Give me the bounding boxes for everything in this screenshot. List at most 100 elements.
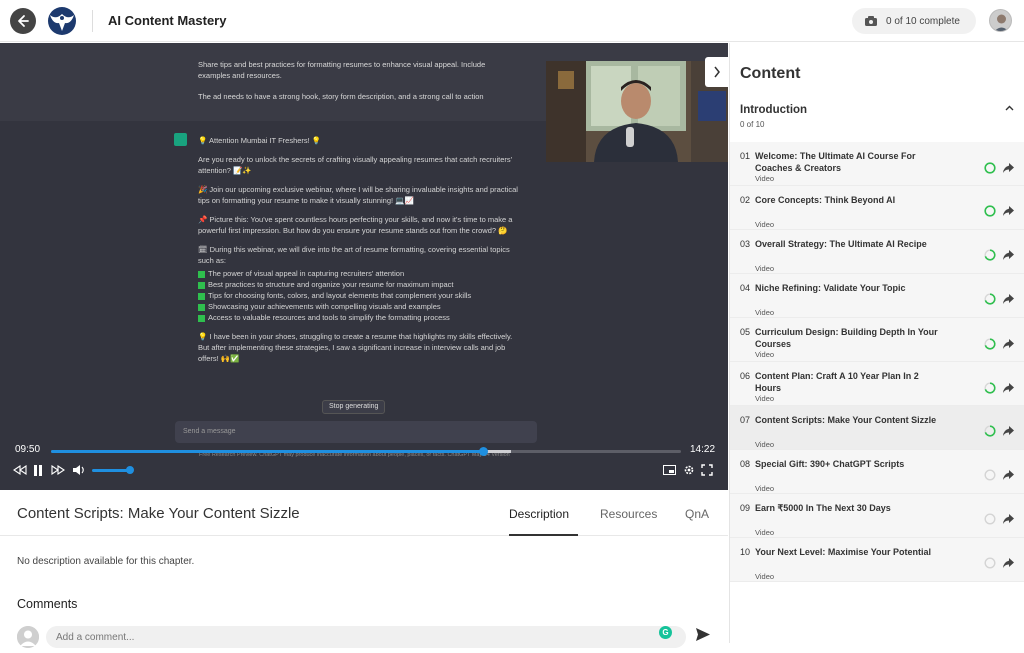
check-icon — [198, 281, 205, 289]
pause-button[interactable] — [32, 463, 44, 477]
lesson-number: 03 — [740, 239, 751, 249]
share-icon[interactable] — [1003, 383, 1014, 393]
eagle-logo-icon[interactable] — [46, 6, 78, 36]
video-player[interactable]: Share tips and best practices for format… — [0, 43, 728, 490]
current-time: 09:50 — [15, 444, 41, 455]
webcam-overlay — [546, 61, 728, 162]
section-title[interactable]: Introduction — [740, 104, 807, 116]
share-icon[interactable] — [1003, 558, 1014, 568]
lesson-item[interactable]: 01 Welcome: The Ultimate AI Course For Co… — [730, 142, 1024, 186]
prompt-line: The ad needs to have a strong hook, stor… — [198, 92, 484, 101]
lesson-item[interactable]: 06 Content Plan: Craft A 10 Year Plan In … — [730, 362, 1024, 406]
header-divider — [92, 10, 93, 32]
chapter-description: No description available for this chapte… — [17, 556, 195, 567]
volume-slider[interactable] — [92, 469, 130, 472]
lesson-type: Video — [755, 308, 775, 317]
stop-generating-button: Stop generating — [322, 400, 386, 414]
fast-forward-icon — [51, 465, 65, 475]
lesson-list: 01 Welcome: The Ultimate AI Course For Co… — [730, 142, 1024, 582]
volume-handle[interactable] — [125, 466, 134, 474]
section-count: 0 of 10 — [740, 120, 765, 129]
fullscreen-button[interactable] — [700, 463, 714, 477]
pip-button[interactable] — [662, 463, 676, 477]
lesson-item[interactable]: 08 Special Gift: 390+ ChatGPT Scripts Vide… — [730, 450, 1024, 494]
lesson-type: Video — [755, 572, 775, 581]
trophy-icon — [865, 16, 877, 26]
share-icon[interactable] — [1003, 294, 1014, 304]
answer-paragraph: Are you ready to unlock the secrets of c… — [198, 155, 513, 175]
share-icon[interactable] — [1003, 514, 1014, 524]
lesson-item[interactable]: 02 Core Concepts: Think Beyond AI Video — [730, 186, 1024, 230]
lesson-title: Curriculum Design: Building Depth In You… — [755, 327, 938, 349]
volume-button[interactable] — [71, 463, 87, 477]
lesson-title: Overall Strategy: The Ultimate AI Recipe — [755, 239, 927, 249]
answer-paragraph: 🗓 During this webinar, we will dive into… — [198, 245, 510, 265]
tab-resources[interactable]: Resources — [600, 507, 657, 521]
seek-bar[interactable] — [51, 447, 681, 456]
answer-paragraph: 💡 Attention Mumbai IT Freshers! 💡 — [198, 136, 322, 145]
lesson-number: 01 — [740, 151, 751, 161]
tab-description[interactable]: Description — [509, 507, 569, 521]
lesson-item[interactable]: 09 Earn ₹5000 In The Next 30 Days Video — [730, 494, 1024, 538]
next-lesson-button[interactable] — [705, 57, 728, 87]
course-title: AI Content Mastery — [108, 13, 227, 28]
fullscreen-icon — [701, 464, 713, 476]
answer-bullet: Showcasing your achievements with compel… — [198, 301, 518, 312]
forward-button[interactable] — [50, 463, 66, 477]
share-icon[interactable] — [1003, 339, 1014, 349]
comment-input[interactable]: Add a comment... — [46, 626, 686, 648]
send-icon[interactable] — [696, 628, 710, 641]
lesson-item[interactable]: 04 Niche Refining: Validate Your Topic Vid… — [730, 274, 1024, 318]
total-time: 14:22 — [690, 444, 716, 455]
chatgpt-logo-icon — [174, 133, 187, 146]
chevron-up-icon — [1005, 105, 1014, 111]
chevron-right-icon — [713, 66, 720, 78]
complete-circle-icon — [984, 205, 996, 217]
progress-badge: 0 of 10 complete — [852, 8, 976, 34]
share-icon[interactable] — [1003, 206, 1014, 216]
lesson-item[interactable]: 10 Your Next Level: Maximise Your Potenti… — [730, 538, 1024, 582]
empty-circle-icon — [984, 557, 996, 569]
lesson-title: Special Gift: 390+ ChatGPT Scripts — [755, 459, 905, 469]
progress-circle-icon — [984, 382, 996, 394]
lesson-title: Niche Refining: Validate Your Topic — [755, 283, 906, 293]
lesson-item[interactable]: 03 Overall Strategy: The Ultimate AI Reci… — [730, 230, 1024, 274]
section-collapse-button[interactable] — [1005, 103, 1014, 113]
answer-paragraph: 🎉 Join our upcoming exclusive webinar, w… — [198, 185, 518, 205]
lesson-title: Core Concepts: Think Beyond AI — [755, 195, 896, 205]
empty-circle-icon — [984, 513, 996, 525]
check-icon — [198, 303, 205, 311]
answer-paragraph: 💡 I have been in your shoes, struggling … — [198, 332, 513, 363]
back-button[interactable] — [10, 8, 36, 34]
share-icon[interactable] — [1003, 470, 1014, 480]
user-icon — [994, 14, 1009, 31]
answer-bullet: The power of visual appeal in capturing … — [198, 268, 518, 279]
share-icon[interactable] — [1003, 426, 1014, 436]
user-avatar[interactable] — [989, 9, 1012, 32]
share-icon[interactable] — [1003, 250, 1014, 260]
rewind-button[interactable] — [12, 463, 28, 477]
lesson-title: Content Scripts: Make Your Content Sizzl… — [755, 415, 937, 425]
check-icon — [198, 314, 205, 322]
lesson-title: Content Plan: Craft A 10 Year Plan In 2 … — [755, 371, 919, 393]
grammarly-icon[interactable]: G — [659, 626, 672, 639]
presenter-image — [546, 61, 728, 162]
lesson-number: 09 — [740, 503, 751, 513]
picture-in-picture-icon — [662, 465, 676, 475]
chapter-title: Content Scripts: Make Your Content Sizzl… — [17, 505, 300, 522]
answer-bullet: Best practices to structure and organize… — [198, 279, 518, 290]
lesson-item[interactable]: 07 Content Scripts: Make Your Content Siz… — [730, 406, 1024, 450]
answer-bullet: Access to valuable resources and tools t… — [198, 312, 518, 323]
share-icon[interactable] — [1003, 163, 1014, 173]
volume-icon — [73, 465, 84, 475]
lesson-title: Earn ₹5000 In The Next 30 Days — [755, 503, 891, 513]
seek-handle[interactable] — [478, 447, 488, 456]
lesson-number: 02 — [740, 195, 751, 205]
lesson-number: 07 — [740, 415, 751, 425]
video-send-message-box: Send a message — [175, 421, 537, 443]
video-prompt-text: Share tips and best practices for format… — [198, 59, 518, 112]
settings-button[interactable] — [682, 463, 696, 477]
lesson-item[interactable]: 05 Curriculum Design: Building Depth In Y… — [730, 318, 1024, 362]
rewind-icon — [13, 465, 27, 475]
tab-qna[interactable]: QnA — [685, 507, 709, 521]
